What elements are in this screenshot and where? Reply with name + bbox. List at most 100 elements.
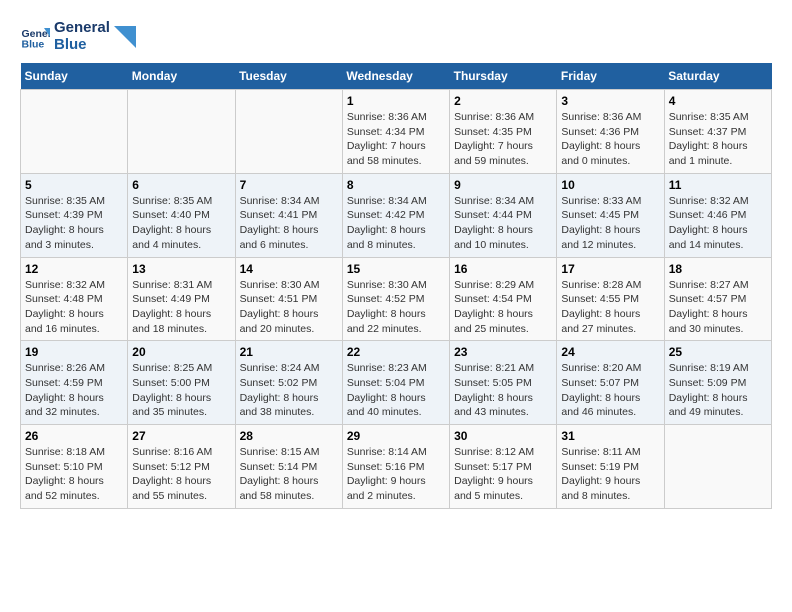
calendar-cell: 31 Sunrise: 8:11 AM Sunset: 5:19 PM Dayli…: [557, 425, 664, 509]
day-number: 22: [347, 345, 445, 359]
day-info: Sunrise: 8:16 AM Sunset: 5:12 PM Dayligh…: [132, 445, 230, 504]
day-info: Sunrise: 8:11 AM Sunset: 5:19 PM Dayligh…: [561, 445, 659, 504]
calendar-cell: 26 Sunrise: 8:18 AM Sunset: 5:10 PM Dayli…: [21, 425, 128, 509]
day-number: 20: [132, 345, 230, 359]
calendar-cell: [664, 425, 771, 509]
calendar-cell: 9 Sunrise: 8:34 AM Sunset: 4:44 PM Daylig…: [450, 173, 557, 257]
day-number: 31: [561, 429, 659, 443]
day-number: 23: [454, 345, 552, 359]
day-info: Sunrise: 8:24 AM Sunset: 5:02 PM Dayligh…: [240, 361, 338, 420]
day-info: Sunrise: 8:18 AM Sunset: 5:10 PM Dayligh…: [25, 445, 123, 504]
logo: General Blue GeneralBlue: [20, 20, 136, 53]
day-info: Sunrise: 8:32 AM Sunset: 4:46 PM Dayligh…: [669, 194, 767, 253]
day-info: Sunrise: 8:27 AM Sunset: 4:57 PM Dayligh…: [669, 278, 767, 337]
calendar-cell: 24 Sunrise: 8:20 AM Sunset: 5:07 PM Dayli…: [557, 341, 664, 425]
day-info: Sunrise: 8:35 AM Sunset: 4:37 PM Dayligh…: [669, 110, 767, 169]
day-number: 29: [347, 429, 445, 443]
day-info: Sunrise: 8:19 AM Sunset: 5:09 PM Dayligh…: [669, 361, 767, 420]
day-number: 21: [240, 345, 338, 359]
day-number: 9: [454, 178, 552, 192]
day-info: Sunrise: 8:36 AM Sunset: 4:36 PM Dayligh…: [561, 110, 659, 169]
calendar-cell: 3Sunrise: 8:36 AM Sunset: 4:36 PM Daylig…: [557, 90, 664, 174]
day-number: 28: [240, 429, 338, 443]
day-info: Sunrise: 8:34 AM Sunset: 4:42 PM Dayligh…: [347, 194, 445, 253]
calendar-cell: 15Sunrise: 8:30 AM Sunset: 4:52 PM Dayli…: [342, 257, 449, 341]
day-info: Sunrise: 8:28 AM Sunset: 4:55 PM Dayligh…: [561, 278, 659, 337]
calendar-cell: 2Sunrise: 8:36 AM Sunset: 4:35 PM Daylig…: [450, 90, 557, 174]
calendar-cell: 27 Sunrise: 8:16 AM Sunset: 5:12 PM Dayli…: [128, 425, 235, 509]
day-number: 14: [240, 262, 338, 276]
calendar-cell: 13 Sunrise: 8:31 AM Sunset: 4:49 PM Dayli…: [128, 257, 235, 341]
day-number: 19: [25, 345, 123, 359]
day-info: Sunrise: 8:34 AM Sunset: 4:41 PM Dayligh…: [240, 194, 338, 253]
day-number: 13: [132, 262, 230, 276]
calendar-cell: 11 Sunrise: 8:32 AM Sunset: 4:46 PM Dayli…: [664, 173, 771, 257]
day-number: 12: [25, 262, 123, 276]
logo-triangle-icon: [114, 26, 136, 48]
day-number: 27: [132, 429, 230, 443]
calendar-cell: 6 Sunrise: 8:35 AM Sunset: 4:40 PM Daylig…: [128, 173, 235, 257]
week-row-4: 19Sunrise: 8:26 AM Sunset: 4:59 PM Dayli…: [21, 341, 772, 425]
calendar-cell: 4 Sunrise: 8:35 AM Sunset: 4:37 PM Daylig…: [664, 90, 771, 174]
day-info: Sunrise: 8:36 AM Sunset: 4:35 PM Dayligh…: [454, 110, 552, 169]
day-info: Sunrise: 8:21 AM Sunset: 5:05 PM Dayligh…: [454, 361, 552, 420]
calendar-cell: 14Sunrise: 8:30 AM Sunset: 4:51 PM Dayli…: [235, 257, 342, 341]
calendar-cell: 17Sunrise: 8:28 AM Sunset: 4:55 PM Dayli…: [557, 257, 664, 341]
week-row-1: 1 Sunrise: 8:36 AM Sunset: 4:34 PM Daylig…: [21, 90, 772, 174]
calendar-cell: 30 Sunrise: 8:12 AM Sunset: 5:17 PM Dayli…: [450, 425, 557, 509]
weekday-header-friday: Friday: [557, 63, 664, 90]
weekday-header-monday: Monday: [128, 63, 235, 90]
day-info: Sunrise: 8:12 AM Sunset: 5:17 PM Dayligh…: [454, 445, 552, 504]
day-number: 25: [669, 345, 767, 359]
day-info: Sunrise: 8:29 AM Sunset: 4:54 PM Dayligh…: [454, 278, 552, 337]
logo-icon: General Blue: [20, 22, 50, 52]
day-number: 8: [347, 178, 445, 192]
day-number: 24: [561, 345, 659, 359]
svg-text:Blue: Blue: [22, 38, 45, 50]
day-number: 18: [669, 262, 767, 276]
day-number: 15: [347, 262, 445, 276]
weekday-header-row: SundayMondayTuesdayWednesdayThursdayFrid…: [21, 63, 772, 90]
day-info: Sunrise: 8:25 AM Sunset: 5:00 PM Dayligh…: [132, 361, 230, 420]
day-number: 1: [347, 94, 445, 108]
calendar-cell: 25 Sunrise: 8:19 AM Sunset: 5:09 PM Dayli…: [664, 341, 771, 425]
day-info: Sunrise: 8:15 AM Sunset: 5:14 PM Dayligh…: [240, 445, 338, 504]
day-number: 10: [561, 178, 659, 192]
day-info: Sunrise: 8:20 AM Sunset: 5:07 PM Dayligh…: [561, 361, 659, 420]
day-info: Sunrise: 8:23 AM Sunset: 5:04 PM Dayligh…: [347, 361, 445, 420]
calendar-cell: 28 Sunrise: 8:15 AM Sunset: 5:14 PM Dayli…: [235, 425, 342, 509]
week-row-5: 26 Sunrise: 8:18 AM Sunset: 5:10 PM Dayli…: [21, 425, 772, 509]
day-number: 16: [454, 262, 552, 276]
calendar-cell: [235, 90, 342, 174]
calendar-cell: 20 Sunrise: 8:25 AM Sunset: 5:00 PM Dayli…: [128, 341, 235, 425]
calendar-cell: 29 Sunrise: 8:14 AM Sunset: 5:16 PM Dayli…: [342, 425, 449, 509]
calendar-cell: 23 Sunrise: 8:21 AM Sunset: 5:05 PM Dayli…: [450, 341, 557, 425]
day-info: Sunrise: 8:35 AM Sunset: 4:40 PM Dayligh…: [132, 194, 230, 253]
day-number: 7: [240, 178, 338, 192]
day-info: Sunrise: 8:34 AM Sunset: 4:44 PM Dayligh…: [454, 194, 552, 253]
day-info: Sunrise: 8:35 AM Sunset: 4:39 PM Dayligh…: [25, 194, 123, 253]
weekday-header-thursday: Thursday: [450, 63, 557, 90]
day-number: 30: [454, 429, 552, 443]
calendar-cell: 8 Sunrise: 8:34 AM Sunset: 4:42 PM Daylig…: [342, 173, 449, 257]
calendar-table: SundayMondayTuesdayWednesdayThursdayFrid…: [20, 63, 772, 509]
week-row-3: 12Sunrise: 8:32 AM Sunset: 4:48 PM Dayli…: [21, 257, 772, 341]
calendar-cell: 5Sunrise: 8:35 AM Sunset: 4:39 PM Daylig…: [21, 173, 128, 257]
day-info: Sunrise: 8:33 AM Sunset: 4:45 PM Dayligh…: [561, 194, 659, 253]
logo-text: GeneralBlue: [54, 20, 110, 53]
calendar-cell: [128, 90, 235, 174]
calendar-cell: 16 Sunrise: 8:29 AM Sunset: 4:54 PM Dayli…: [450, 257, 557, 341]
calendar-cell: 21 Sunrise: 8:24 AM Sunset: 5:02 PM Dayli…: [235, 341, 342, 425]
day-number: 11: [669, 178, 767, 192]
day-number: 6: [132, 178, 230, 192]
calendar-cell: 1 Sunrise: 8:36 AM Sunset: 4:34 PM Daylig…: [342, 90, 449, 174]
calendar-cell: 12Sunrise: 8:32 AM Sunset: 4:48 PM Dayli…: [21, 257, 128, 341]
day-number: 26: [25, 429, 123, 443]
week-row-2: 5Sunrise: 8:35 AM Sunset: 4:39 PM Daylig…: [21, 173, 772, 257]
day-info: Sunrise: 8:31 AM Sunset: 4:49 PM Dayligh…: [132, 278, 230, 337]
day-number: 4: [669, 94, 767, 108]
calendar-cell: 18 Sunrise: 8:27 AM Sunset: 4:57 PM Dayli…: [664, 257, 771, 341]
weekday-header-tuesday: Tuesday: [235, 63, 342, 90]
day-info: Sunrise: 8:36 AM Sunset: 4:34 PM Dayligh…: [347, 110, 445, 169]
day-info: Sunrise: 8:14 AM Sunset: 5:16 PM Dayligh…: [347, 445, 445, 504]
